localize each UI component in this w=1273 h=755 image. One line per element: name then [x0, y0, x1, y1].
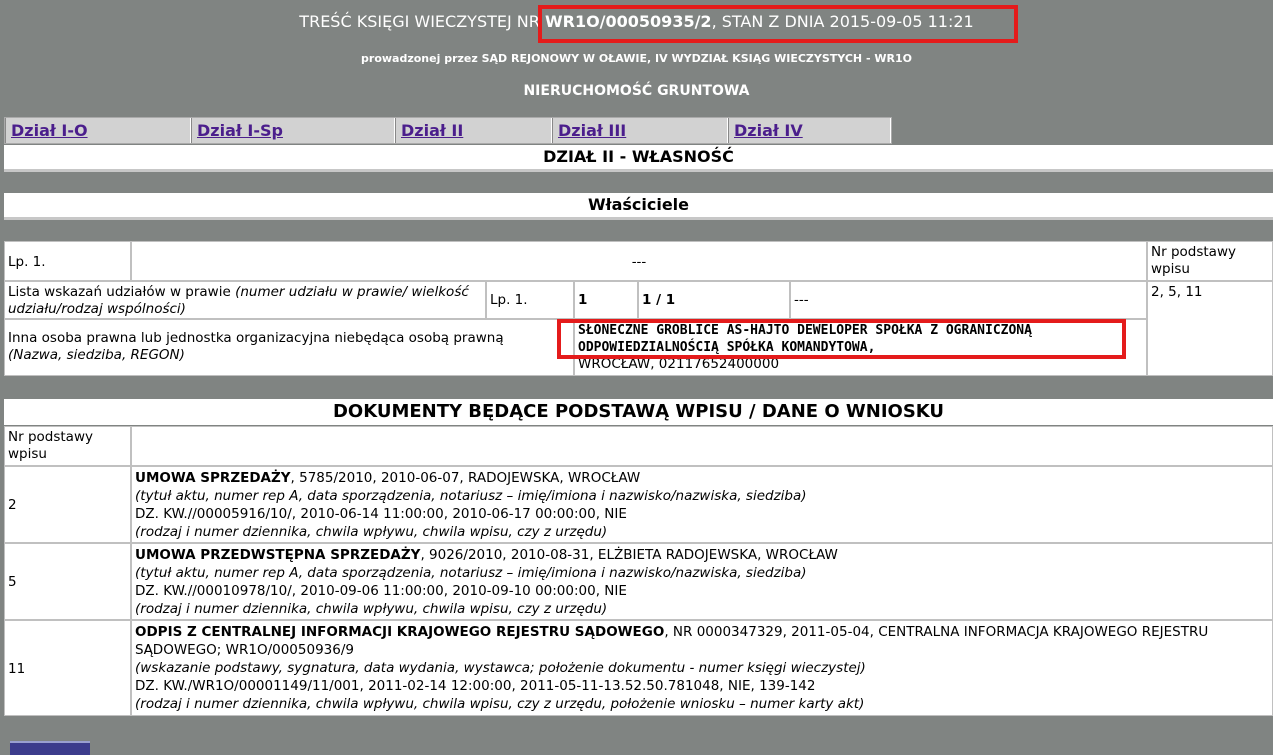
tab-dzial-i-o-link[interactable]: Dział I-O: [11, 121, 88, 140]
doc-title: UMOWA PRZEDWSTĘPNA SPRZEDAŻY: [135, 547, 421, 563]
kw-header-prefix: TREŚĆ KSIĘGI WIECZYSTEJ NR: [299, 12, 545, 31]
bottom-button[interactable]: [10, 741, 90, 755]
tab-dzial-iii[interactable]: Dział III: [552, 118, 728, 143]
tab-dzial-ii-link[interactable]: Dział II: [401, 121, 463, 140]
doc-journal-hint: (rodzaj i numer dziennika, chwila wpływu…: [135, 524, 608, 540]
doc-journal-hint: (rodzaj i numer dziennika, chwila wpływu…: [135, 696, 865, 712]
tab-dzial-iii-link[interactable]: Dział III: [558, 121, 626, 140]
doc-title: ODPIS Z CENTRALNEJ INFORMACJI KRAJOWEGO …: [135, 624, 665, 640]
owner-dashes: ---: [131, 241, 1147, 281]
section-tabs: Dział I-O Dział I-Sp Dział II Dział III …: [4, 117, 892, 144]
property-type: NIERUCHOMOŚĆ GRUNTOWA: [523, 83, 750, 99]
share-label: Lista wskazań udziałów w prawie: [8, 284, 231, 300]
doc-journal: DZ. KW./WR1O/00001149/11/001, 2011-02-14…: [135, 678, 816, 694]
doc-hint: (tytuł aktu, numer rep A, data sporządze…: [135, 488, 807, 504]
tab-dzial-ii[interactable]: Dział II: [395, 118, 552, 143]
doc-row: UMOWA PRZEDWSTĘPNA SPRZEDAŻY, 9026/2010,…: [131, 543, 1273, 620]
tab-dzial-i-o[interactable]: Dział I-O: [5, 118, 191, 143]
doc-title-details: , 5785/2010, 2010-06-07, RADOJEWSKA, WRO…: [290, 470, 641, 486]
highlight-box-kw-number: [538, 5, 1018, 43]
doc-row: ODPIS Z CENTRALNEJ INFORMACJI KRAJOWEGO …: [131, 620, 1273, 716]
tab-dzial-iv-link[interactable]: Dział IV: [734, 121, 803, 140]
documents-title: DOKUMENTY BĘDĄCE PODSTAWĄ WPISU / DANE O…: [4, 399, 1273, 425]
tab-dzial-i-sp-link[interactable]: Dział I-Sp: [197, 121, 283, 140]
doc-journal: DZ. KW.//00005916/10/, 2010-06-14 11:00:…: [135, 506, 627, 522]
doc-row-nr: 2: [4, 466, 131, 543]
nr-podstawy-header: Nr podstawy wpisu: [1147, 241, 1273, 281]
tab-dzial-iv[interactable]: Dział IV: [728, 118, 891, 143]
court-line: prowadzonej przez SĄD REJONOWY W OŁAWIE,…: [361, 52, 912, 65]
doc-row-nr: 5: [4, 543, 131, 620]
doc-hint: (tytuł aktu, numer rep A, data sporządze…: [135, 565, 807, 581]
subsection-title: Właściciele: [4, 193, 1273, 220]
share-number: 1: [574, 281, 638, 319]
entity-label-cell: Inna osoba prawna lub jednostka organiza…: [4, 319, 574, 376]
share-label-cell: Lista wskazań udziałów w prawie (numer u…: [4, 281, 486, 319]
share-type: ---: [790, 281, 1147, 319]
documents-nr-header: Nr podstawy wpisu: [4, 426, 131, 466]
nr-podstawy-value: 2, 5, 11: [1147, 281, 1273, 376]
doc-row-nr: 11: [4, 620, 131, 716]
entity-label-hint: (Nazwa, siedziba, REGON): [8, 347, 185, 363]
tab-dzial-i-sp[interactable]: Dział I-Sp: [191, 118, 395, 143]
lp-label: Lp. 1.: [4, 241, 131, 281]
doc-journal-hint: (rodzaj i numer dziennika, chwila wpływu…: [135, 601, 608, 617]
doc-row: UMOWA SPRZEDAŻY, 5785/2010, 2010-06-07, …: [131, 466, 1273, 543]
section-title: DZIAŁ II - WŁASNOŚĆ: [4, 145, 1273, 172]
entity-label: Inna osoba prawna lub jednostka organiza…: [8, 330, 504, 346]
highlight-box-entity-name: [557, 319, 1126, 359]
doc-title: UMOWA SPRZEDAŻY: [135, 470, 291, 486]
doc-title-details: , 9026/2010, 2010-08-31, ELŻBIETA RADOJE…: [420, 547, 838, 563]
doc-journal: DZ. KW.//00010978/10/, 2010-09-06 11:00:…: [135, 583, 627, 599]
documents-header-filler: [131, 426, 1273, 466]
doc-hint: (wskazanie podstawy, sygnatura, data wyd…: [135, 660, 866, 676]
share-size: 1 / 1: [638, 281, 790, 319]
share-lp: Lp. 1.: [486, 281, 574, 319]
